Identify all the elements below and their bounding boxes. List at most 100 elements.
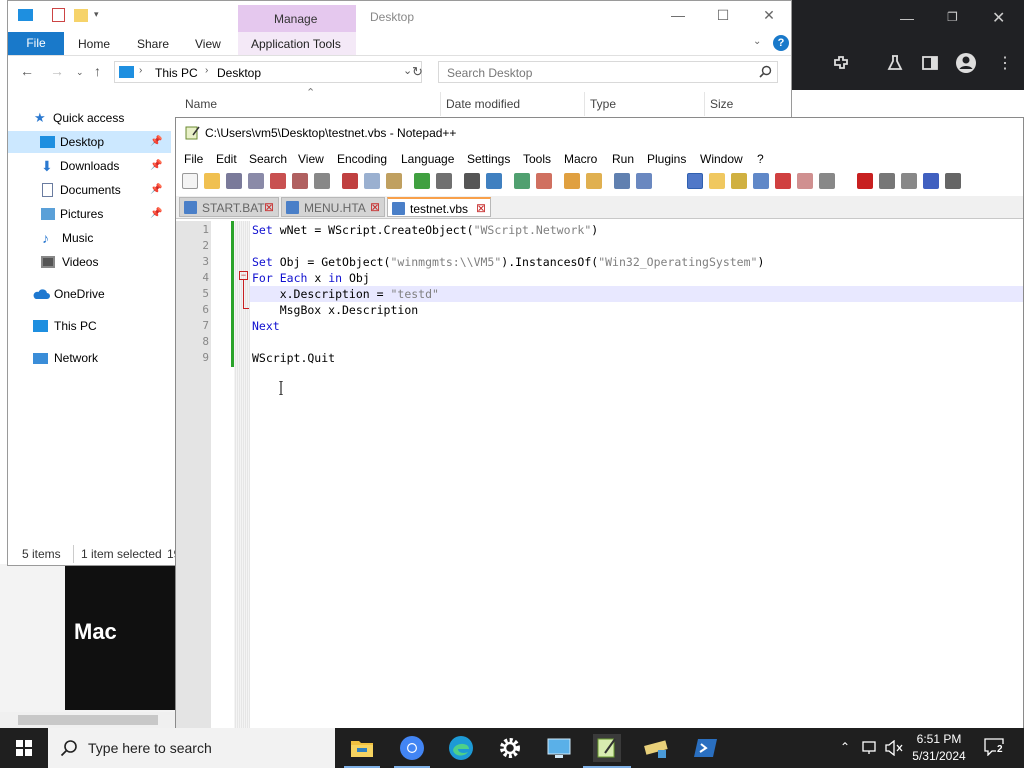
column-name[interactable]: Name bbox=[185, 97, 217, 111]
nav-item-documents[interactable]: Documents 📌 bbox=[8, 179, 171, 201]
indent-guide-icon[interactable] bbox=[687, 173, 703, 189]
menu-plugins[interactable]: Plugins bbox=[647, 152, 686, 166]
taskbar-search-input[interactable]: Type here to search bbox=[48, 728, 335, 768]
file-explorer-icon[interactable] bbox=[348, 734, 376, 762]
close-all-icon[interactable] bbox=[292, 173, 308, 189]
sync-horizontal-icon[interactable] bbox=[586, 173, 602, 189]
nav-item-onedrive[interactable]: OneDrive bbox=[8, 283, 171, 305]
nav-item-music[interactable]: ♪ Music bbox=[8, 227, 171, 249]
code-line[interactable]: Set wNet = WScript.CreateObject("WScript… bbox=[252, 222, 598, 238]
extensions-icon[interactable] bbox=[832, 54, 850, 72]
code-line[interactable]: WScript.Quit bbox=[252, 350, 335, 366]
tab-share[interactable]: Share bbox=[137, 37, 169, 51]
column-date-modified[interactable]: Date modified bbox=[446, 97, 520, 111]
profile-avatar-icon[interactable] bbox=[955, 52, 977, 74]
minimize-icon[interactable]: — bbox=[900, 10, 914, 26]
menu-settings[interactable]: Settings bbox=[467, 152, 510, 166]
sidepanel-icon[interactable] bbox=[922, 55, 938, 71]
breadcrumb-this-pc[interactable]: This PC bbox=[155, 66, 198, 80]
address-bar[interactable]: › This PC › Desktop ⌄ bbox=[114, 61, 422, 83]
undo-icon[interactable] bbox=[414, 173, 430, 189]
refresh-icon[interactable]: ↻ bbox=[412, 64, 423, 80]
tray-chevron-up-icon[interactable]: ⌃ bbox=[840, 740, 850, 754]
close-icon[interactable]: ✕ bbox=[992, 8, 1005, 28]
pin-icon[interactable]: 📌 bbox=[150, 203, 162, 225]
find-icon[interactable] bbox=[464, 173, 480, 189]
menu-window[interactable]: Window bbox=[700, 152, 743, 166]
back-arrow-icon[interactable]: ← bbox=[20, 63, 34, 79]
close-tab-icon[interactable]: ⊠ bbox=[476, 201, 486, 215]
menu-language[interactable]: Language bbox=[401, 152, 454, 166]
search-input[interactable]: Search Desktop bbox=[438, 61, 778, 83]
show-all-chars-icon[interactable] bbox=[636, 173, 652, 189]
pin-icon[interactable]: 📌 bbox=[150, 155, 162, 177]
nav-item-this-pc[interactable]: This PC bbox=[8, 315, 171, 337]
menu-search[interactable]: Search bbox=[249, 152, 287, 166]
menu-run[interactable]: Run bbox=[612, 152, 634, 166]
recent-chevron-icon[interactable]: ⌄ bbox=[76, 67, 84, 78]
properties-icon[interactable] bbox=[52, 8, 65, 22]
chrome-icon[interactable] bbox=[398, 734, 426, 762]
record-macro-icon[interactable] bbox=[857, 173, 873, 189]
pin-icon[interactable]: 📌 bbox=[150, 131, 162, 153]
save-icon[interactable] bbox=[226, 173, 242, 189]
play-macro-icon[interactable] bbox=[901, 173, 917, 189]
minimize-icon[interactable]: — bbox=[663, 7, 693, 27]
clock-date[interactable]: 5/31/2024 bbox=[912, 749, 966, 763]
code-line[interactable]: x.Description = "testd" bbox=[252, 286, 439, 302]
fold-collapse-icon[interactable]: − bbox=[239, 271, 248, 280]
code-line[interactable]: Set Obj = GetObject("winmgmts:\\VM5").In… bbox=[252, 254, 764, 270]
browser-scrollbar[interactable] bbox=[0, 712, 178, 728]
nav-item-pictures[interactable]: Pictures 📌 bbox=[8, 203, 171, 225]
save-all-icon[interactable] bbox=[248, 173, 264, 189]
save-macro-icon[interactable] bbox=[945, 173, 961, 189]
new-folder-icon[interactable] bbox=[74, 9, 88, 22]
tab-application-tools[interactable]: Application Tools bbox=[251, 37, 341, 51]
menu-encoding[interactable]: Encoding bbox=[337, 152, 387, 166]
folder-workspace-icon[interactable] bbox=[797, 173, 813, 189]
notepadpp-icon[interactable] bbox=[593, 734, 621, 762]
up-arrow-icon[interactable]: ↑ bbox=[94, 63, 101, 79]
menu-file[interactable]: File bbox=[184, 152, 203, 166]
define-language-icon[interactable] bbox=[709, 173, 725, 189]
column-type[interactable]: Type bbox=[590, 97, 616, 111]
restore-icon[interactable]: ❐ bbox=[947, 10, 958, 24]
more-menu-icon[interactable]: ⋮ bbox=[997, 53, 1013, 73]
tab-menu-hta[interactable]: MENU.HTA ⊠ bbox=[281, 197, 385, 217]
tab-testnet-vbs[interactable]: testnet.vbs ⊠ bbox=[387, 197, 491, 217]
nav-item-quick-access[interactable]: ★ Quick access bbox=[8, 107, 171, 129]
tab-view[interactable]: View bbox=[195, 37, 221, 51]
open-file-icon[interactable] bbox=[204, 173, 220, 189]
menu-macro[interactable]: Macro bbox=[564, 152, 597, 166]
menu-view[interactable]: View bbox=[298, 152, 324, 166]
nav-item-network[interactable]: Network bbox=[8, 347, 171, 369]
doc-list-icon[interactable] bbox=[753, 173, 769, 189]
nav-item-desktop[interactable]: Desktop 📌 bbox=[8, 131, 171, 153]
nav-item-downloads[interactable]: ⬇ Downloads 📌 bbox=[8, 155, 171, 177]
network-status-icon[interactable] bbox=[862, 741, 878, 755]
expand-ribbon-icon[interactable]: ⌄ bbox=[753, 36, 761, 47]
close-file-icon[interactable] bbox=[270, 173, 286, 189]
menu-tools[interactable]: Tools bbox=[523, 152, 551, 166]
monitoring-icon[interactable] bbox=[819, 173, 835, 189]
code-line[interactable]: MsgBox x.Description bbox=[252, 302, 418, 318]
help-icon[interactable]: ? bbox=[773, 35, 789, 51]
print-icon[interactable] bbox=[314, 173, 330, 189]
function-list-icon[interactable] bbox=[775, 173, 791, 189]
close-tab-icon[interactable]: ⊠ bbox=[370, 200, 380, 214]
replace-icon[interactable] bbox=[486, 173, 502, 189]
cut-icon[interactable] bbox=[342, 173, 358, 189]
column-size[interactable]: Size bbox=[710, 97, 733, 111]
remote-desktop-icon[interactable] bbox=[545, 734, 573, 762]
tab-file[interactable]: File bbox=[8, 32, 64, 55]
redo-icon[interactable] bbox=[436, 173, 452, 189]
edge-icon[interactable] bbox=[447, 734, 475, 762]
pin-icon[interactable]: 📌 bbox=[150, 179, 162, 201]
address-dropdown-icon[interactable]: ⌄ bbox=[403, 64, 412, 77]
paste-icon[interactable] bbox=[386, 173, 402, 189]
powershell-icon[interactable] bbox=[692, 734, 720, 762]
stop-macro-icon[interactable] bbox=[879, 173, 895, 189]
tools-icon[interactable] bbox=[642, 734, 670, 762]
volume-muted-icon[interactable] bbox=[885, 740, 903, 756]
zoom-in-icon[interactable] bbox=[514, 173, 530, 189]
